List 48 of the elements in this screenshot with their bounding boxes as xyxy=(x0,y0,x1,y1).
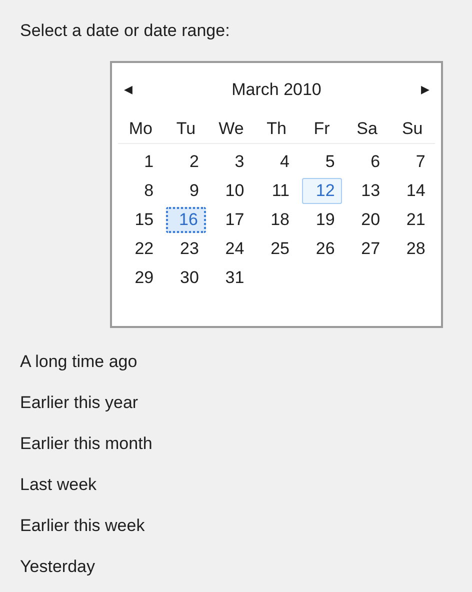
weekday-label: Th xyxy=(266,118,286,140)
date-range-option[interactable]: A long time ago xyxy=(20,351,138,373)
day-cell[interactable]: 24 xyxy=(211,236,252,262)
day-cell[interactable]: 9 xyxy=(166,178,206,204)
day-cell[interactable]: 13 xyxy=(347,178,388,204)
day-cell[interactable]: 28 xyxy=(392,236,432,262)
weekday-label: Mo xyxy=(128,118,152,140)
day-cell[interactable]: 2 xyxy=(166,148,206,174)
date-range-option[interactable]: Earlier this week xyxy=(20,515,145,537)
date-range-option[interactable]: Last week xyxy=(20,474,97,496)
day-cell[interactable]: 22 xyxy=(120,236,161,262)
day-cell[interactable]: 25 xyxy=(256,236,296,262)
day-cell[interactable]: 16 xyxy=(166,206,206,232)
day-cell[interactable]: 21 xyxy=(392,206,432,232)
weekday-label: We xyxy=(218,118,244,140)
weekday-label: Su xyxy=(402,118,423,140)
next-month-button[interactable]: ▶ xyxy=(421,82,429,98)
date-range-option[interactable]: Earlier this month xyxy=(20,433,152,455)
day-cell[interactable]: 6 xyxy=(347,148,388,174)
day-cell[interactable]: 1 xyxy=(120,148,161,174)
day-cell[interactable]: 31 xyxy=(211,264,252,290)
prompt-text: Select a date or date range: xyxy=(20,20,230,42)
day-cell[interactable]: 11 xyxy=(256,178,296,204)
day-cell[interactable]: 4 xyxy=(256,148,296,174)
day-cell[interactable]: 19 xyxy=(302,206,342,232)
month-title[interactable]: March 2010 xyxy=(232,79,322,101)
day-cell[interactable]: 3 xyxy=(211,148,252,174)
weekday-label: Sa xyxy=(356,118,378,140)
date-range-option[interactable]: Earlier this year xyxy=(20,392,138,414)
day-cell[interactable]: 15 xyxy=(120,206,161,232)
day-cell[interactable]: 20 xyxy=(347,206,388,232)
day-cell[interactable]: 23 xyxy=(166,236,206,262)
day-cell[interactable]: 29 xyxy=(120,264,161,290)
day-cell[interactable]: 17 xyxy=(211,206,252,232)
day-cell[interactable]: 27 xyxy=(347,236,388,262)
weekday-label: Tu xyxy=(176,118,196,140)
day-cell[interactable]: 10 xyxy=(211,178,252,204)
day-cell[interactable]: 18 xyxy=(256,206,296,232)
day-cell[interactable]: 8 xyxy=(120,178,161,204)
day-cell[interactable]: 12 xyxy=(302,178,342,204)
day-cell[interactable]: 26 xyxy=(302,236,342,262)
date-range-option[interactable]: Yesterday xyxy=(20,556,95,578)
day-cell[interactable]: 14 xyxy=(392,178,432,204)
weekday-label: Fr xyxy=(314,118,330,140)
day-cell[interactable]: 7 xyxy=(392,148,432,174)
day-cell[interactable]: 5 xyxy=(302,148,342,174)
previous-month-button[interactable]: ◀ xyxy=(124,82,132,98)
day-cell[interactable]: 30 xyxy=(166,264,206,290)
